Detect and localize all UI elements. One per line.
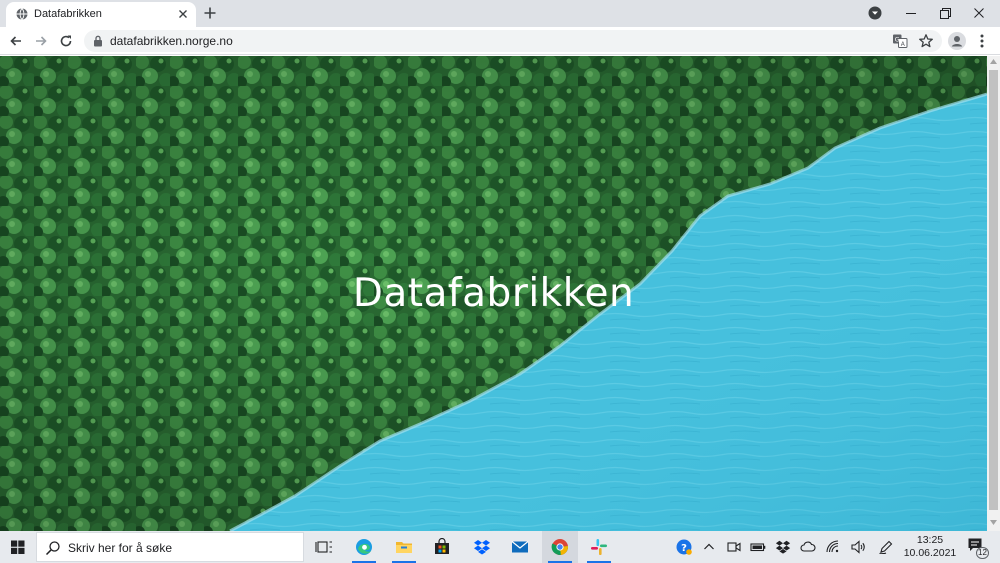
- profile-icon[interactable]: [948, 32, 966, 50]
- notification-count-badge: 12: [976, 547, 989, 559]
- scroll-down-icon[interactable]: [990, 520, 997, 525]
- wifi-icon[interactable]: [825, 539, 841, 555]
- browser-toolbar: datafabrikken.norge.no G A: [0, 27, 1000, 55]
- svg-text:?: ?: [681, 543, 687, 554]
- taskbar-search-box[interactable]: Skriv her for å søke: [36, 532, 304, 562]
- plus-icon[interactable]: [202, 5, 218, 21]
- taskbar-mail[interactable]: [502, 531, 538, 563]
- restore-icon[interactable]: [928, 0, 962, 27]
- globe-icon: [16, 8, 28, 20]
- tab-search-icon[interactable]: [868, 6, 882, 20]
- taskbar-file-explorer[interactable]: [386, 531, 422, 563]
- minimize-icon[interactable]: [894, 0, 928, 27]
- store-icon: [435, 538, 449, 554]
- vertical-scrollbar[interactable]: [987, 56, 1000, 531]
- hero-title: Datafabrikken: [352, 271, 635, 316]
- page-viewport: Datafabrikken: [0, 56, 987, 531]
- scrollbar-thumb[interactable]: [989, 70, 998, 510]
- tab-title: Datafabrikken: [34, 8, 102, 20]
- close-icon[interactable]: [176, 7, 190, 21]
- taskbar-edge[interactable]: [346, 531, 382, 563]
- windows-taskbar: Skriv her for å søke ? 13:25 10.06.2021 …: [0, 531, 1000, 563]
- translate-icon[interactable]: G A: [892, 33, 908, 49]
- slack-icon: [591, 539, 607, 555]
- windows-start-icon[interactable]: [0, 531, 36, 563]
- action-center-button[interactable]: 12: [962, 535, 990, 559]
- pen-icon[interactable]: [878, 539, 894, 555]
- chevron-up-icon[interactable]: [701, 539, 717, 555]
- taskbar-clock[interactable]: 13:25 10.06.2021: [902, 534, 958, 560]
- lock-icon[interactable]: [93, 35, 103, 47]
- address-bar[interactable]: datafabrikken.norge.no G A: [84, 30, 942, 52]
- meet-icon[interactable]: [726, 539, 742, 555]
- reload-icon[interactable]: [58, 33, 74, 49]
- help-icon[interactable]: ?: [676, 539, 692, 555]
- dropbox-icon: [474, 540, 490, 555]
- window-close-icon[interactable]: [962, 0, 996, 27]
- search-placeholder: Skriv her for å søke: [68, 541, 173, 555]
- browser-tab[interactable]: Datafabrikken: [6, 2, 196, 27]
- url-text[interactable]: datafabrikken.norge.no: [110, 34, 233, 48]
- search-icon: [45, 541, 60, 556]
- forward-arrow-icon[interactable]: [33, 33, 49, 49]
- star-icon[interactable]: [918, 33, 934, 49]
- clock-date: 10.06.2021: [903, 547, 957, 559]
- svg-text:G: G: [895, 36, 900, 44]
- taskbar-slack[interactable]: [581, 531, 617, 563]
- mail-icon: [511, 541, 529, 553]
- taskbar-dropbox[interactable]: [464, 531, 500, 563]
- tab-strip: Datafabrikken: [0, 0, 1000, 27]
- task-view-icon: [315, 541, 332, 553]
- chrome-icon: [551, 539, 568, 555]
- menu-kebab-icon[interactable]: [976, 33, 988, 49]
- taskbar-chrome[interactable]: [542, 531, 578, 563]
- volume-icon[interactable]: [850, 539, 866, 555]
- clock-time: 13:25: [916, 534, 944, 546]
- file-explorer-icon: [396, 542, 412, 553]
- battery-icon[interactable]: [750, 539, 766, 555]
- onedrive-icon[interactable]: [800, 539, 816, 555]
- scroll-up-icon[interactable]: [990, 59, 997, 64]
- edge-icon: [356, 539, 372, 555]
- taskbar-store[interactable]: [424, 531, 460, 563]
- task-view-button[interactable]: [306, 531, 342, 563]
- back-arrow-icon[interactable]: [8, 33, 24, 49]
- dropbox-tray-icon[interactable]: [775, 539, 791, 555]
